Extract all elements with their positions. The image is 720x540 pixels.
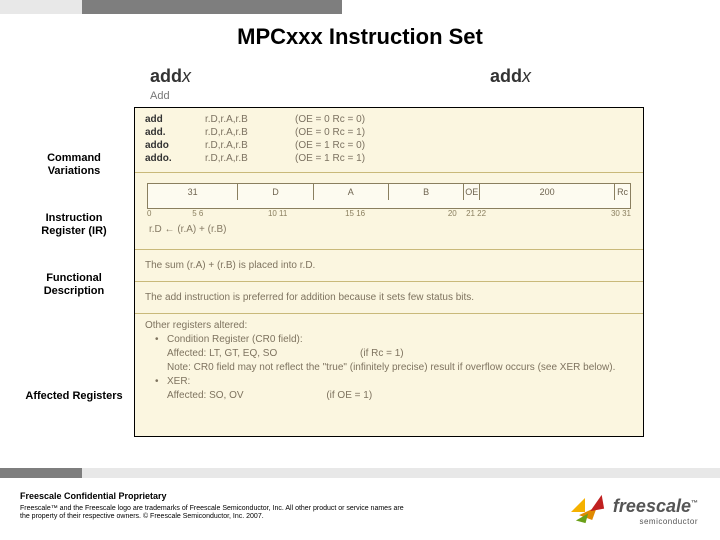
variant-args: r.D,r.A,r.B (205, 153, 295, 164)
ir-field-rc: Rc (615, 184, 630, 200)
section-ir: 31 D A B OE 200 Rc 0 5 6 10 11 15 16 20 … (135, 173, 643, 250)
variant-mn: addo (145, 140, 205, 151)
logo-word: freescale (613, 496, 691, 516)
ir-field-b: B (389, 184, 464, 200)
ir-bit: 30 31 (495, 209, 631, 218)
affected-cr0-line: Affected: LT, GT, EQ, SO (if Rc = 1) (167, 348, 633, 359)
variant-cond: (OE = 0 Rc = 0) (295, 114, 633, 125)
section-func-1: The sum (r.A) + (r.B) is placed into r.D… (135, 250, 643, 282)
func-line: The add instruction is preferred for add… (145, 292, 633, 303)
ir-bit: 21 22 (457, 209, 496, 218)
section-func-2: The add instruction is preferred for add… (135, 282, 643, 314)
affected-xer-aff: Affected: SO, OV (167, 390, 244, 401)
footer-accent-bar (0, 468, 720, 478)
affected-cr0-aff: Affected: LT, GT, EQ, SO (167, 348, 277, 359)
section-affected: Other registers altered: • Condition Reg… (135, 314, 643, 410)
footer-line: Freescale™ and the Freescale logo are tr… (20, 505, 480, 514)
footer-heading: Freescale Confidential Proprietary (20, 491, 480, 502)
ir-diagram: 31 D A B OE 200 Rc (147, 183, 631, 209)
variant-args: r.D,r.A,r.B (205, 140, 295, 151)
page-title: MPCxxx Instruction Set (0, 24, 720, 50)
mnemonic-right: addx (490, 66, 531, 87)
ir-field-opcode: 31 (148, 184, 238, 200)
footer-line: the property of their respective owners.… (20, 513, 480, 522)
bullet-dot-icon: • (155, 334, 167, 345)
mnemonic-subname: Add (150, 90, 170, 102)
variant-cond: (OE = 1 Rc = 0) (295, 140, 633, 151)
ir-bit: 10 11 (239, 209, 316, 218)
affected-head: Other registers altered: (145, 320, 633, 331)
ir-bit: 0 (147, 209, 157, 218)
logo-subtitle: semiconductor (639, 517, 698, 526)
variant-args: r.D,r.A,r.B (205, 114, 295, 125)
mnemonic-suffix: x (182, 66, 191, 86)
mnemonic-left: addx (150, 66, 191, 87)
func-line: The sum (r.A) + (r.B) is placed into r.D… (145, 260, 633, 271)
header-accent-bar (0, 0, 720, 14)
section-variants: add r.D,r.A,r.B (OE = 0 Rc = 0) add. r.D… (135, 108, 643, 173)
variant-args: r.D,r.A,r.B (205, 127, 295, 138)
variant-row: add r.D,r.A,r.B (OE = 0 Rc = 0) (145, 114, 633, 125)
ir-bit: 20 (394, 209, 457, 218)
ir-field-d: D (238, 184, 313, 200)
mnemonic-base: add (150, 66, 182, 86)
affected-xer-line: Affected: SO, OV (if OE = 1) (167, 390, 633, 401)
ir-bit-numbers: 0 5 6 10 11 15 16 20 21 22 30 31 (147, 209, 631, 218)
ir-formula: r.D ← (r.A) + (r.B) (149, 224, 629, 235)
affected-bullet-cr0: • Condition Register (CR0 field): (155, 334, 633, 345)
ir-field-a: A (314, 184, 389, 200)
ir-diagram-wrap: 31 D A B OE 200 Rc 0 5 6 10 11 15 16 20 … (147, 183, 631, 218)
logo-tm: ™ (691, 500, 698, 507)
affected-cr0-note: Note: CR0 field may not reflect the "tru… (167, 362, 633, 373)
freescale-logo: freescale™ semiconductor (571, 496, 698, 526)
freescale-logo-text: freescale™ semiconductor (613, 496, 698, 526)
label-affected-registers: Affected Registers (24, 390, 124, 403)
variant-mn: add. (145, 127, 205, 138)
variant-row: add. r.D,r.A,r.B (OE = 0 Rc = 1) (145, 127, 633, 138)
ir-bit: 5 6 (157, 209, 239, 218)
affected-cr0-head: Condition Register (CR0 field): (167, 334, 633, 345)
affected-xer-cond: (if OE = 1) (326, 390, 372, 401)
variant-cond: (OE = 1 Rc = 1) (295, 153, 633, 164)
variant-mn: add (145, 114, 205, 125)
affected-xer-head: XER: (167, 376, 633, 387)
footer-text: Freescale Confidential Proprietary Frees… (20, 491, 480, 522)
freescale-logo-icon (571, 496, 607, 526)
label-command-variations: Command Variations (24, 152, 124, 178)
variant-row: addo r.D,r.A,r.B (OE = 1 Rc = 0) (145, 140, 633, 151)
ir-field-oe: OE (464, 184, 480, 200)
affected-cr0-cond: (if Rc = 1) (360, 348, 404, 359)
label-functional-description: Functional Description (24, 272, 124, 298)
instruction-doc-box: add r.D,r.A,r.B (OE = 0 Rc = 0) add. r.D… (134, 107, 644, 437)
affected-bullet-xer: • XER: (155, 376, 633, 387)
bullet-dot-icon: • (155, 376, 167, 387)
label-instruction-register: Instruction Register (IR) (24, 212, 124, 238)
variant-cond: (OE = 0 Rc = 1) (295, 127, 633, 138)
variant-mn: addo. (145, 153, 205, 164)
ir-bit: 15 16 (316, 209, 393, 218)
mnemonic-right-suffix: x (522, 66, 531, 86)
variant-row: addo. r.D,r.A,r.B (OE = 1 Rc = 1) (145, 153, 633, 164)
mnemonic-right-base: add (490, 66, 522, 86)
ir-field-xo: 200 (480, 184, 615, 200)
